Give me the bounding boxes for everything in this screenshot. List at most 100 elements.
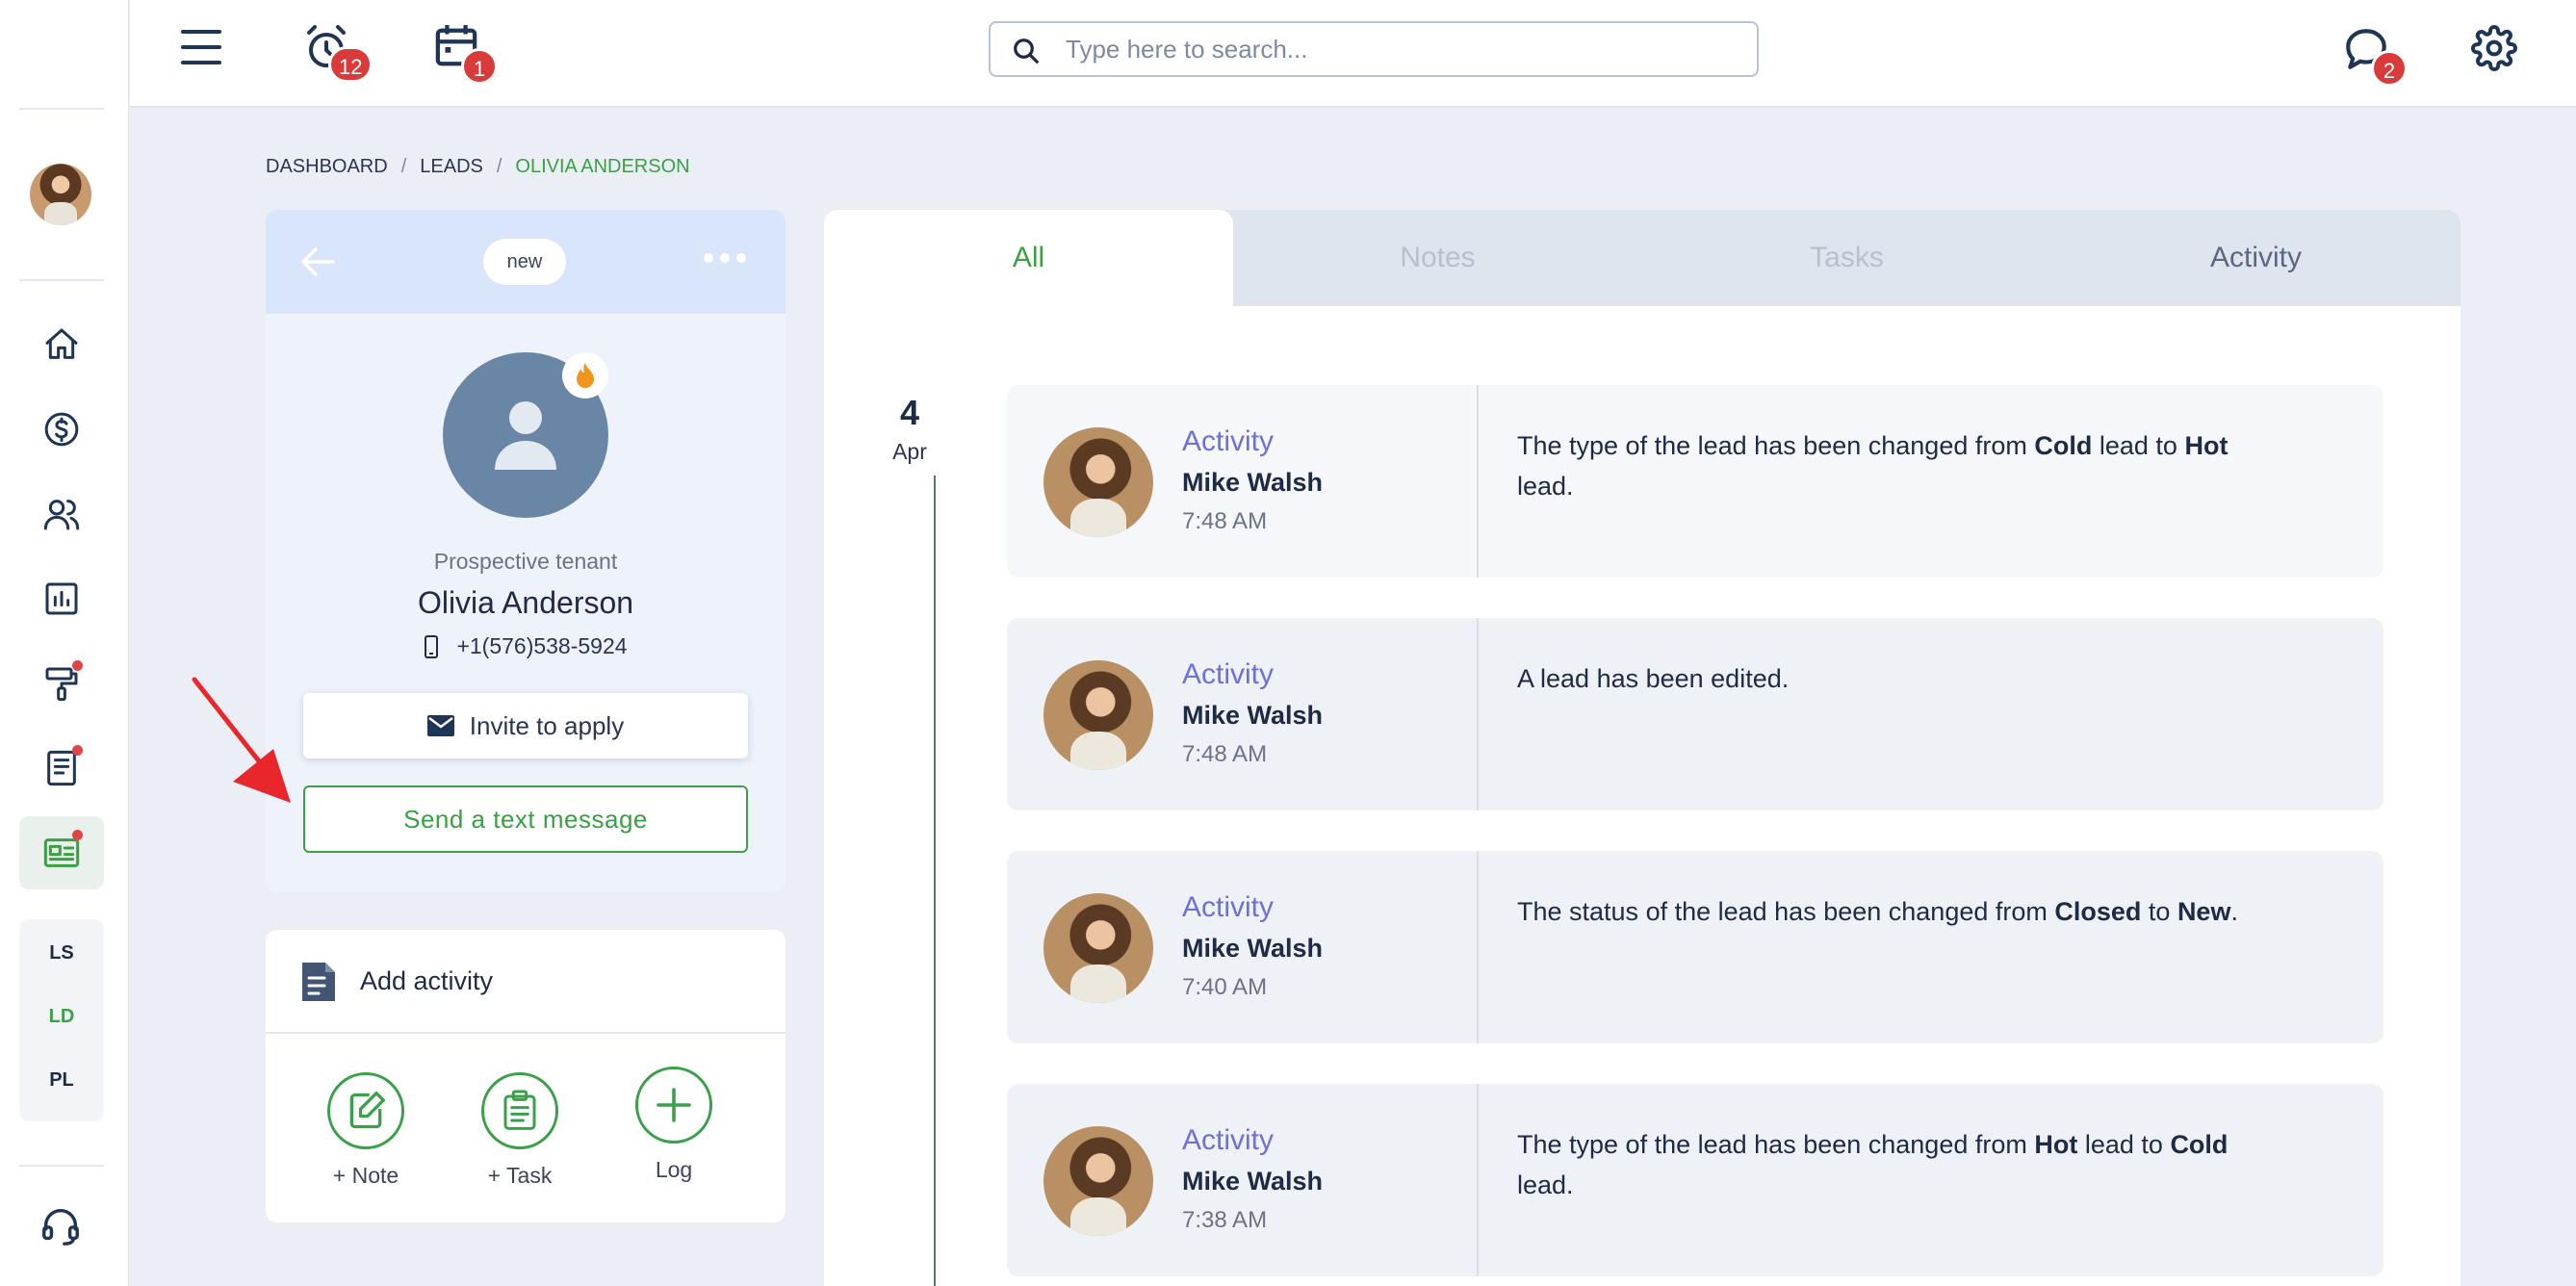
entry-message-emphasis: Cold xyxy=(2170,1130,2228,1159)
entry-author: Mike Walsh xyxy=(1182,701,1324,730)
timeline-entry: Activity Mike Walsh 7:48 AM A lead has been… xyxy=(1007,618,2383,810)
sidebar-divider xyxy=(19,108,104,110)
sidebar-item-home[interactable] xyxy=(19,308,104,381)
sidebar-item-dollar[interactable] xyxy=(19,393,104,466)
entry-message-text: lead to xyxy=(2092,431,2185,460)
task-icon xyxy=(481,1072,558,1149)
back-arrow-icon[interactable] xyxy=(300,246,335,277)
entry-type: Activity xyxy=(1182,1124,1275,1156)
author-avatar xyxy=(1043,893,1153,1003)
calendar-count-badge: 1 xyxy=(461,48,498,85)
subnav-item-ls[interactable]: LS xyxy=(19,942,104,964)
users-icon xyxy=(42,495,81,533)
add-task-button[interactable]: + Task xyxy=(462,1072,578,1189)
entry-message-text: to xyxy=(2141,897,2177,926)
dollar-icon xyxy=(42,410,81,449)
alarm-clock-icon[interactable]: 12 xyxy=(303,23,374,83)
entry-time: 7:48 AM xyxy=(1182,741,1268,767)
send-text-message-button[interactable]: Send a text message xyxy=(303,785,748,853)
notification-dot xyxy=(72,745,83,756)
user-avatar[interactable] xyxy=(30,164,91,225)
entry-message-emphasis: Cold xyxy=(2034,431,2093,460)
entry-author: Mike Walsh xyxy=(1182,468,1324,497)
entry-message-text: The type of the lead has been changed fr… xyxy=(1517,1130,2035,1159)
entry-message-text: lead to xyxy=(2077,1130,2171,1159)
sidebar-divider xyxy=(19,1165,104,1167)
search-icon xyxy=(1012,37,1041,65)
subnav-item-ld[interactable]: LD xyxy=(19,1006,104,1028)
entry-type: Activity xyxy=(1182,891,1275,923)
tab-tasks[interactable]: Tasks xyxy=(1642,210,2051,306)
search-bar xyxy=(989,21,1759,77)
chat-icon[interactable]: 2 xyxy=(2342,25,2408,87)
sidebar-item-chart[interactable] xyxy=(19,562,104,635)
timeline-date-day: 4 xyxy=(899,393,920,432)
timeline-date-month: Apr xyxy=(892,439,927,464)
lead-profile-card: new Prospective tenant Olivia Anderson +… xyxy=(266,210,786,891)
add-activity-header: Add activity xyxy=(266,930,786,1034)
lead-phone-number[interactable]: +1(576)538-5924 xyxy=(456,633,627,659)
sidebar-item-leads-card[interactable] xyxy=(19,816,104,889)
entry-author: Mike Walsh xyxy=(1182,1167,1324,1196)
breadcrumb-current: OLIVIA ANDERSON xyxy=(515,156,690,177)
subnav-item-pl[interactable]: PL xyxy=(19,1069,104,1092)
breadcrumb-dashboard[interactable]: DASHBOARD xyxy=(266,156,388,178)
entry-time: 7:40 AM xyxy=(1182,974,1268,1000)
sidebar-item-users[interactable] xyxy=(19,477,104,551)
hot-lead-flame-icon xyxy=(562,352,608,399)
entry-divider xyxy=(1477,851,1479,1043)
entry-message-emphasis: Hot xyxy=(2034,1130,2078,1159)
invite-to-apply-button[interactable]: Invite to apply xyxy=(303,693,748,759)
menu-icon[interactable] xyxy=(180,27,222,67)
entry-message: The type of the lead has been changed fr… xyxy=(1517,1124,2268,1205)
more-options-icon[interactable] xyxy=(703,252,747,264)
timeline-entry: Activity Mike Walsh 7:48 AM The type of the… xyxy=(1007,385,2383,578)
top-bar: 12 1 2 xyxy=(130,0,2576,108)
note-icon xyxy=(327,1072,404,1149)
entry-message-text: lead. xyxy=(1517,472,1574,501)
lead-name: Olivia Anderson xyxy=(417,585,634,620)
home-icon xyxy=(42,325,81,364)
entry-message-emphasis: New xyxy=(2177,897,2231,926)
add-note-label: + Note xyxy=(332,1163,399,1188)
activity-document-icon xyxy=(298,961,337,1003)
entry-message: The type of the lead has been changed fr… xyxy=(1517,425,2268,506)
add-note-button[interactable]: + Note xyxy=(308,1072,424,1189)
tab-all[interactable]: All xyxy=(824,210,1233,306)
author-avatar xyxy=(1043,660,1153,770)
chat-count-badge: 2 xyxy=(2371,50,2408,87)
headset-icon[interactable] xyxy=(39,1203,83,1247)
breadcrumb-separator: / xyxy=(496,156,502,177)
tab-notes[interactable]: Notes xyxy=(1233,210,1642,306)
notification-dot xyxy=(72,660,83,671)
sidebar-item-paint-roller[interactable] xyxy=(19,647,104,720)
settings-gear-icon[interactable] xyxy=(2471,25,2517,71)
entry-message-text: The type of the lead has been changed fr… xyxy=(1517,431,2035,460)
breadcrumb: DASHBOARD / LEADS / OLIVIA ANDERSON xyxy=(266,156,690,178)
sidebar-subnav: LS LD PL xyxy=(19,919,104,1121)
entry-time: 7:48 AM xyxy=(1182,508,1268,534)
entry-time: 7:38 AM xyxy=(1182,1207,1268,1233)
calendar-icon[interactable]: 1 xyxy=(434,23,498,85)
search-input[interactable] xyxy=(1066,31,1739,67)
add-activity-card: Add activity + Note + Task Log xyxy=(266,930,786,1222)
sidebar-item-document[interactable] xyxy=(19,732,104,805)
entry-message: The status of the lead has been changed … xyxy=(1517,891,2268,932)
entry-message: A lead has been edited. xyxy=(1517,658,2268,699)
alarm-count-badge: 12 xyxy=(328,46,374,83)
person-placeholder-icon xyxy=(491,399,560,472)
sidebar-divider xyxy=(19,279,104,281)
lead-type-label: Prospective tenant xyxy=(433,549,618,574)
envelope-icon xyxy=(426,715,454,736)
timeline-panel: All Notes Tasks Activity 4 Apr Activity M… xyxy=(824,210,2460,1286)
timeline-entry: Activity Mike Walsh 7:38 AM The type of the… xyxy=(1007,1084,2383,1276)
breadcrumb-separator: / xyxy=(400,156,407,177)
entry-message-text: The status of the lead has been changed … xyxy=(1517,897,2055,926)
breadcrumb-leads[interactable]: LEADS xyxy=(420,156,483,178)
left-sidebar: LS LD PL xyxy=(0,0,129,1286)
timeline-entry: Activity Mike Walsh 7:40 AM The status of t… xyxy=(1007,851,2383,1043)
add-task-label: + Task xyxy=(487,1163,553,1188)
entry-divider xyxy=(1477,385,1479,578)
log-button[interactable]: Log xyxy=(616,1067,732,1183)
tab-activity[interactable]: Activity xyxy=(2051,210,2460,306)
